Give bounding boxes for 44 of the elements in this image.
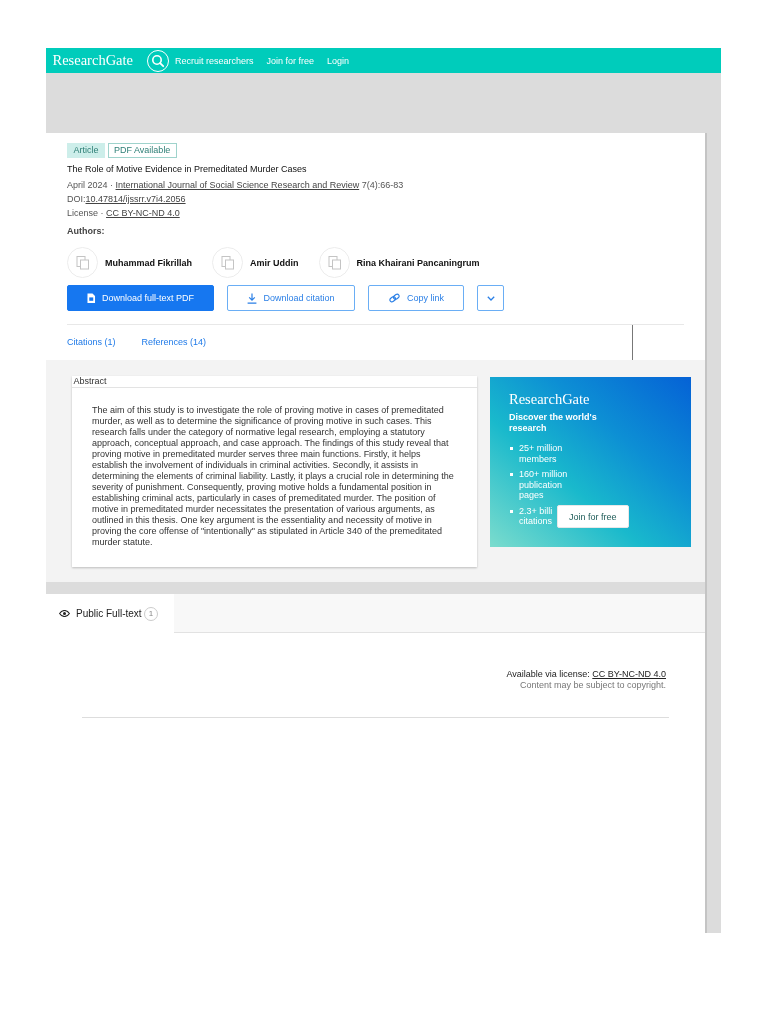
journal-link[interactable]: International Journal of Social Science Research and Review: [115, 178, 360, 192]
author-name[interactable]: Rina Khairani Pancaningrum: [356, 257, 480, 268]
promo-tagline: Discover the world's research: [509, 412, 598, 433]
license-label: License ·: [67, 207, 104, 220]
avatar-icon: [212, 247, 244, 278]
page-range: 7(4):66-83: [361, 179, 404, 192]
eye-icon: [59, 610, 70, 617]
section-tab[interactable]: References (14): [141, 334, 207, 350]
abstract-text: The aim of this study is to investigate the role of proving motive in cases of premeditated murder, as well as to determine the significance of proving motive in such cases. This research falls under the category of normative legal research, employing a statutory approach, conceptual approach, and case approach. The findings of this study reveal that proving motive in premeditated murder serves three main functions. Firstly, it helps establish the involvement of individuals in criminal activities. Secondly, it assists in determining the elements of criminal liability. Lastly, it plays a crucial role in determining the severity of punishment. Consequently, proving motive holds a fundamental position in establishing criminal acts, particularly in cases of premeditated murder. The position of motive in premeditated murder necessitates the presentation of various arguments, as outlined in this thesis. One key argument is the essentiality and necessity of motive in proving the core offense of "intentionally" as stipulated in Article 340 of the premeditated murder statute.: [92, 404, 455, 548]
chevron-down-icon: [486, 295, 495, 301]
download-icon: [247, 292, 258, 304]
more-options-button[interactable]: [477, 285, 505, 311]
doi-label: DOI:: [67, 193, 86, 206]
license-link[interactable]: CC BY-NC-ND 4.0: [592, 669, 666, 680]
article-title: The Role of Motive Evidence in Premeditated Murder Cases: [67, 163, 308, 175]
abstract-heading: Abstract: [72, 376, 477, 388]
section-tab[interactable]: Citations (1): [67, 334, 116, 350]
download-pdf-button[interactable]: Download full-text PDF: [67, 285, 215, 311]
bullet-icon: [510, 447, 513, 450]
stat-text: 160+ million publication pages: [519, 469, 568, 500]
join-button[interactable]: Join for free: [557, 505, 629, 528]
type-badge: Article: [67, 143, 105, 158]
author-name[interactable]: Muhammad Fikrillah: [105, 257, 193, 268]
copyright-note: Content may be subject to copyright.: [519, 680, 666, 691]
license-link[interactable]: CC BY-NC-ND 4.0: [106, 206, 180, 220]
stat-text: 25+ million members: [519, 443, 563, 464]
link-icon: [387, 293, 401, 303]
license-note: Available via license:: [506, 669, 590, 680]
stat-text: 2.3+ billi citations: [519, 505, 553, 526]
bullet-icon: [510, 473, 513, 476]
avatar-icon: [67, 247, 98, 278]
full-text-tab[interactable]: Public Full-text 1: [46, 594, 174, 633]
type-badge: PDF Available: [107, 143, 177, 158]
publication-date: April 2024 ·: [67, 179, 114, 192]
download-citation-button[interactable]: Download citation: [227, 285, 355, 311]
bullet-icon: [510, 509, 513, 513]
author-name[interactable]: Amir Uddin: [250, 257, 299, 268]
avatar-icon: [318, 247, 350, 278]
copy-link-button[interactable]: Copy link: [367, 285, 465, 311]
file-icon: [87, 292, 96, 304]
doi-link[interactable]: 10.47814/ijssrr.v7i4.2056: [85, 192, 186, 206]
promo-logo: ResearchGate: [509, 393, 591, 406]
authors-label: Authors:: [67, 225, 106, 237]
search-icon[interactable]: [146, 49, 169, 72]
